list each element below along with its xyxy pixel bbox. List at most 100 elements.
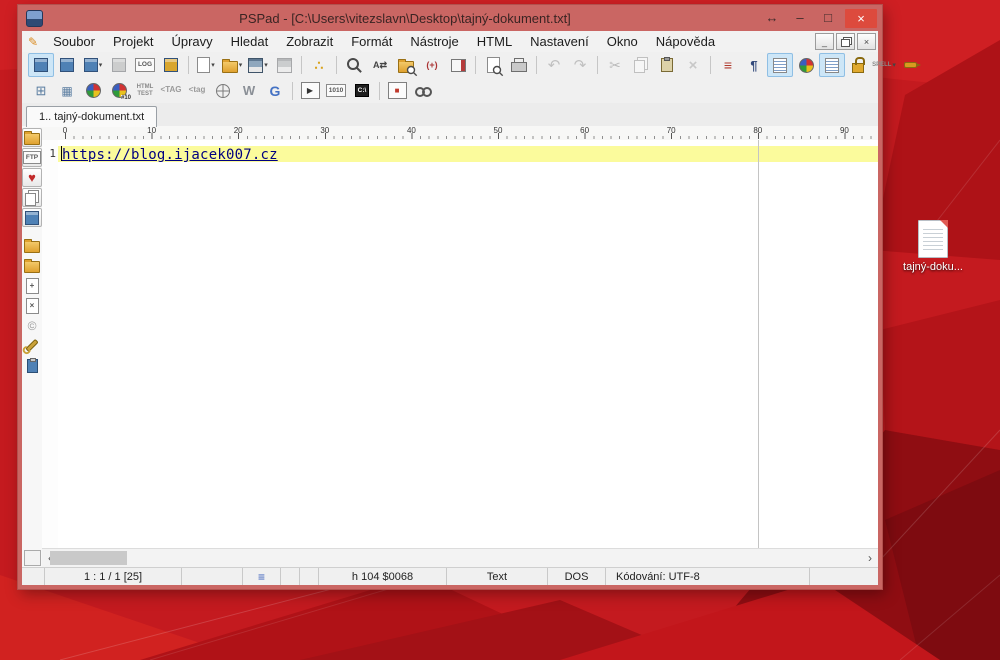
resize-button[interactable]: ↔ [758,5,786,31]
menu-item-zobrazit[interactable]: Zobrazit [277,34,342,49]
html-test-button[interactable]: HTML TEST [132,79,158,103]
user-highlighter-button[interactable] [793,53,819,77]
delete-button[interactable]: × [680,53,706,77]
dropdown-arrow-icon[interactable]: ▾ [892,61,896,69]
favorites-panel-icon: ♥ [28,171,36,184]
dropdown-arrow-icon[interactable]: ▾ [211,61,215,69]
editor-area[interactable]: 1 https://blog.ijacek007.cz [42,140,878,549]
replace-button[interactable]: A⇄ [367,53,393,77]
mdi-restore-button[interactable] [836,33,855,50]
insert-text-button[interactable]: ⊞ [28,79,54,103]
bookmarks-button[interactable] [445,53,471,77]
mdi-close-button[interactable]: × [857,33,876,50]
special-chars-button[interactable] [819,53,845,77]
menu-item-projekt[interactable]: Projekt [104,34,162,49]
menu-item-nastaveni[interactable]: Nastavení [521,34,598,49]
menu-item-soubor[interactable]: Soubor [44,34,104,49]
reformat-button[interactable]: ∴ [306,53,332,77]
spell-check-button[interactable]: SPELL▾ [871,53,897,77]
text-preview-button[interactable] [410,79,436,103]
color-to-hex-button[interactable]: #10 [106,79,132,103]
template-remove-button[interactable]: × [23,296,41,315]
goto-line-button[interactable]: (+) [419,53,445,77]
mdi-minimize-button[interactable]: _ [815,33,834,50]
show-paragraph-button[interactable]: ¶ [741,53,767,77]
dropdown-arrow-icon[interactable]: ▾ [264,61,268,69]
folder-shortcut-button[interactable] [23,236,41,255]
project-settings-button[interactable] [158,53,184,77]
project-save-button[interactable] [106,53,132,77]
scrollbar-thumb[interactable] [50,551,127,565]
google-search-button[interactable]: G [262,79,288,103]
tag-lowercase-button[interactable]: <tag [184,79,210,103]
run-script-button[interactable]: ▶ [297,79,323,103]
sidepanel-bottom-button[interactable] [24,550,41,566]
paste-button[interactable] [654,53,680,77]
project-new-button[interactable] [28,53,54,77]
copy-button[interactable] [628,53,654,77]
color-selector-button[interactable] [80,79,106,103]
folder-shortcut2-button[interactable] [23,256,41,275]
open-file-button[interactable]: ▾ [219,53,245,77]
editor-line-text[interactable]: https://blog.ijacek007.cz [62,147,278,163]
record-macro-button[interactable]: ■ [384,79,410,103]
minimize-button[interactable]: – [786,5,814,31]
menu-item-html[interactable]: HTML [468,34,521,49]
console-button[interactable]: C:\ [349,79,375,103]
undo-button[interactable]: ↶ [541,53,567,77]
pspad-window[interactable]: PSPad - [C:\Users\vitezslavn\Desktop\taj… [18,5,882,589]
project-open-button[interactable]: ▾ [80,53,106,77]
titlebar[interactable]: PSPad - [C:\Users\vitezslavn\Desktop\taj… [18,5,882,31]
dropdown-arrow-icon[interactable]: ▾ [239,61,243,69]
dropdown-arrow-icon[interactable]: ▾ [99,61,103,69]
menu-item-nastroje[interactable]: Nástroje [401,34,467,49]
edit-window-button[interactable]: ▦ [54,79,80,103]
line-ending-cell[interactable]: DOS [548,568,606,585]
word-wrap-button[interactable]: ≡ [715,53,741,77]
menu-item-napoveda[interactable]: Nápověda [647,34,724,49]
desktop-file-icon[interactable]: tajný-doku... [898,220,968,273]
print-preview-button[interactable] [480,53,506,77]
project-save-icon [112,58,126,72]
tools-button[interactable] [23,336,41,355]
file-type-cell[interactable]: Text [447,568,548,585]
lock-file-button[interactable] [845,53,871,77]
new-file-button[interactable]: ▾ [193,53,219,77]
insert-mode-cell[interactable]: ≡ [243,568,281,585]
print-button[interactable] [506,53,532,77]
menu-item-hledat[interactable]: Hledat [222,34,278,49]
menu-item-format[interactable]: Formát [342,34,401,49]
search-in-files-button[interactable] [393,53,419,77]
browser-preview-button[interactable] [210,79,236,103]
char-code-cell[interactable]: h 104 $0068 [319,568,447,585]
files-panel-button[interactable] [22,128,42,147]
redo-button[interactable]: ↷ [567,53,593,77]
menu-item-okno[interactable]: Okno [598,34,647,49]
stay-on-top-button[interactable] [897,53,923,77]
clipboard-panel-button[interactable] [23,356,41,375]
menu-item-upravy[interactable]: Úpravy [162,34,221,49]
ftp-panel-button[interactable]: FTP [22,148,42,167]
save-all-button[interactable] [271,53,297,77]
close-button[interactable]: × [845,9,877,28]
scroll-right-arrow[interactable]: › [862,549,878,567]
tag-uppercase-button[interactable]: <TAG [158,79,184,103]
document-tab[interactable]: 1.. tajný-dokument.txt [26,106,157,127]
project-add-file-button[interactable] [54,53,80,77]
encoding-cell[interactable]: Kódování: UTF-8 [606,568,810,585]
syntax-highlight-button[interactable] [767,53,793,77]
w3c-validate-button[interactable]: W [236,79,262,103]
log-window-button[interactable]: LOG [132,53,158,77]
cut-button[interactable]: ✂ [602,53,628,77]
horizontal-scrollbar[interactable]: ‹ › [42,548,878,568]
cursor-position-cell[interactable]: 1 : 1 / 1 [25] [45,568,182,585]
search-button[interactable] [341,53,367,77]
template-add-button[interactable]: + [23,276,41,295]
save-file-button[interactable]: ▾ [245,53,271,77]
windows-panel-button[interactable] [22,188,42,207]
binary-view-button[interactable]: 1010 [323,79,349,103]
project-panel-button[interactable] [22,208,42,227]
circle-button[interactable]: © [23,316,41,335]
favorites-panel-button[interactable]: ♥ [22,168,42,187]
maximize-button[interactable]: □ [814,5,842,31]
